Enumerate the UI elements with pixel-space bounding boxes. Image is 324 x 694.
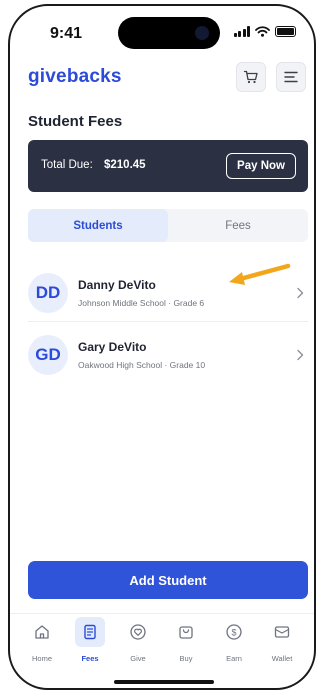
add-student-button[interactable]: Add Student: [28, 561, 308, 599]
total-due-banner: Total Due: $210.45 Pay Now: [28, 140, 308, 192]
row-divider: [28, 321, 308, 322]
home-indicator: [114, 680, 214, 684]
nav-item-home[interactable]: Home: [22, 620, 62, 672]
nav-label: Fees: [81, 654, 99, 663]
nav-label: Wallet: [271, 654, 293, 663]
segmented-tabs: Students Fees: [28, 209, 308, 242]
status-icons: [233, 26, 296, 37]
total-due-label: Total Due:: [41, 159, 93, 171]
dynamic-island: [118, 17, 220, 49]
status-bar: 9:41: [10, 6, 314, 60]
receipt-icon: [75, 617, 105, 647]
nav-item-earn[interactable]: $ Earn: [214, 620, 254, 672]
student-row-gary-devito[interactable]: GD Gary DeVito Oakwood High School · Gra…: [28, 326, 308, 384]
nav-label: Give: [130, 654, 146, 663]
annotation-arrow-icon: [229, 263, 291, 285]
wallet-icon: [270, 620, 294, 644]
status-time: 9:41: [50, 25, 83, 42]
cart-button[interactable]: [236, 62, 266, 92]
student-school-grade: Johnson Middle School · Grade 6: [78, 298, 205, 308]
page-title: Student Fees: [28, 113, 123, 130]
pay-now-button[interactable]: Pay Now: [226, 153, 296, 179]
home-icon: [30, 620, 54, 644]
nav-item-wallet[interactable]: Wallet: [262, 620, 302, 672]
bottom-nav: Home Fees Give Buy $ Earn Wallet: [10, 617, 314, 672]
nav-label: Earn: [226, 654, 242, 663]
svg-text:$: $: [231, 627, 236, 637]
chevron-right-icon: [292, 285, 308, 301]
brand-logo[interactable]: givebacks: [28, 66, 122, 88]
camera-icon: [195, 26, 209, 40]
student-name: Gary DeVito: [78, 340, 147, 354]
menu-button[interactable]: [276, 62, 306, 92]
avatar: GD: [28, 335, 68, 375]
cart-icon: [243, 70, 258, 84]
tab-fees[interactable]: Fees: [168, 209, 308, 242]
nav-item-buy[interactable]: Buy: [166, 620, 206, 672]
student-info: Gary DeVito Oakwood High School · Grade …: [78, 340, 292, 370]
nav-item-fees[interactable]: Fees: [70, 617, 110, 672]
chevron-right-icon: [292, 347, 308, 363]
nav-label: Buy: [179, 654, 193, 663]
heart-icon: [126, 620, 150, 644]
nav-item-give[interactable]: Give: [118, 620, 158, 672]
total-due-amount: $210.45: [104, 159, 146, 171]
tab-students[interactable]: Students: [28, 209, 168, 242]
battery-icon: [275, 26, 296, 37]
nav-label: Home: [31, 654, 52, 663]
nav-divider: [10, 613, 314, 614]
signal-icon: [233, 26, 250, 37]
student-school-grade: Oakwood High School · Grade 10: [78, 360, 206, 370]
bag-icon: [174, 620, 198, 644]
avatar: DD: [28, 273, 68, 313]
dollar-icon: $: [222, 620, 246, 644]
menu-icon: [284, 71, 298, 83]
wifi-icon: [255, 26, 270, 37]
phone-frame: 9:41 givebacks Student Fees Total Due: $…: [8, 4, 316, 690]
